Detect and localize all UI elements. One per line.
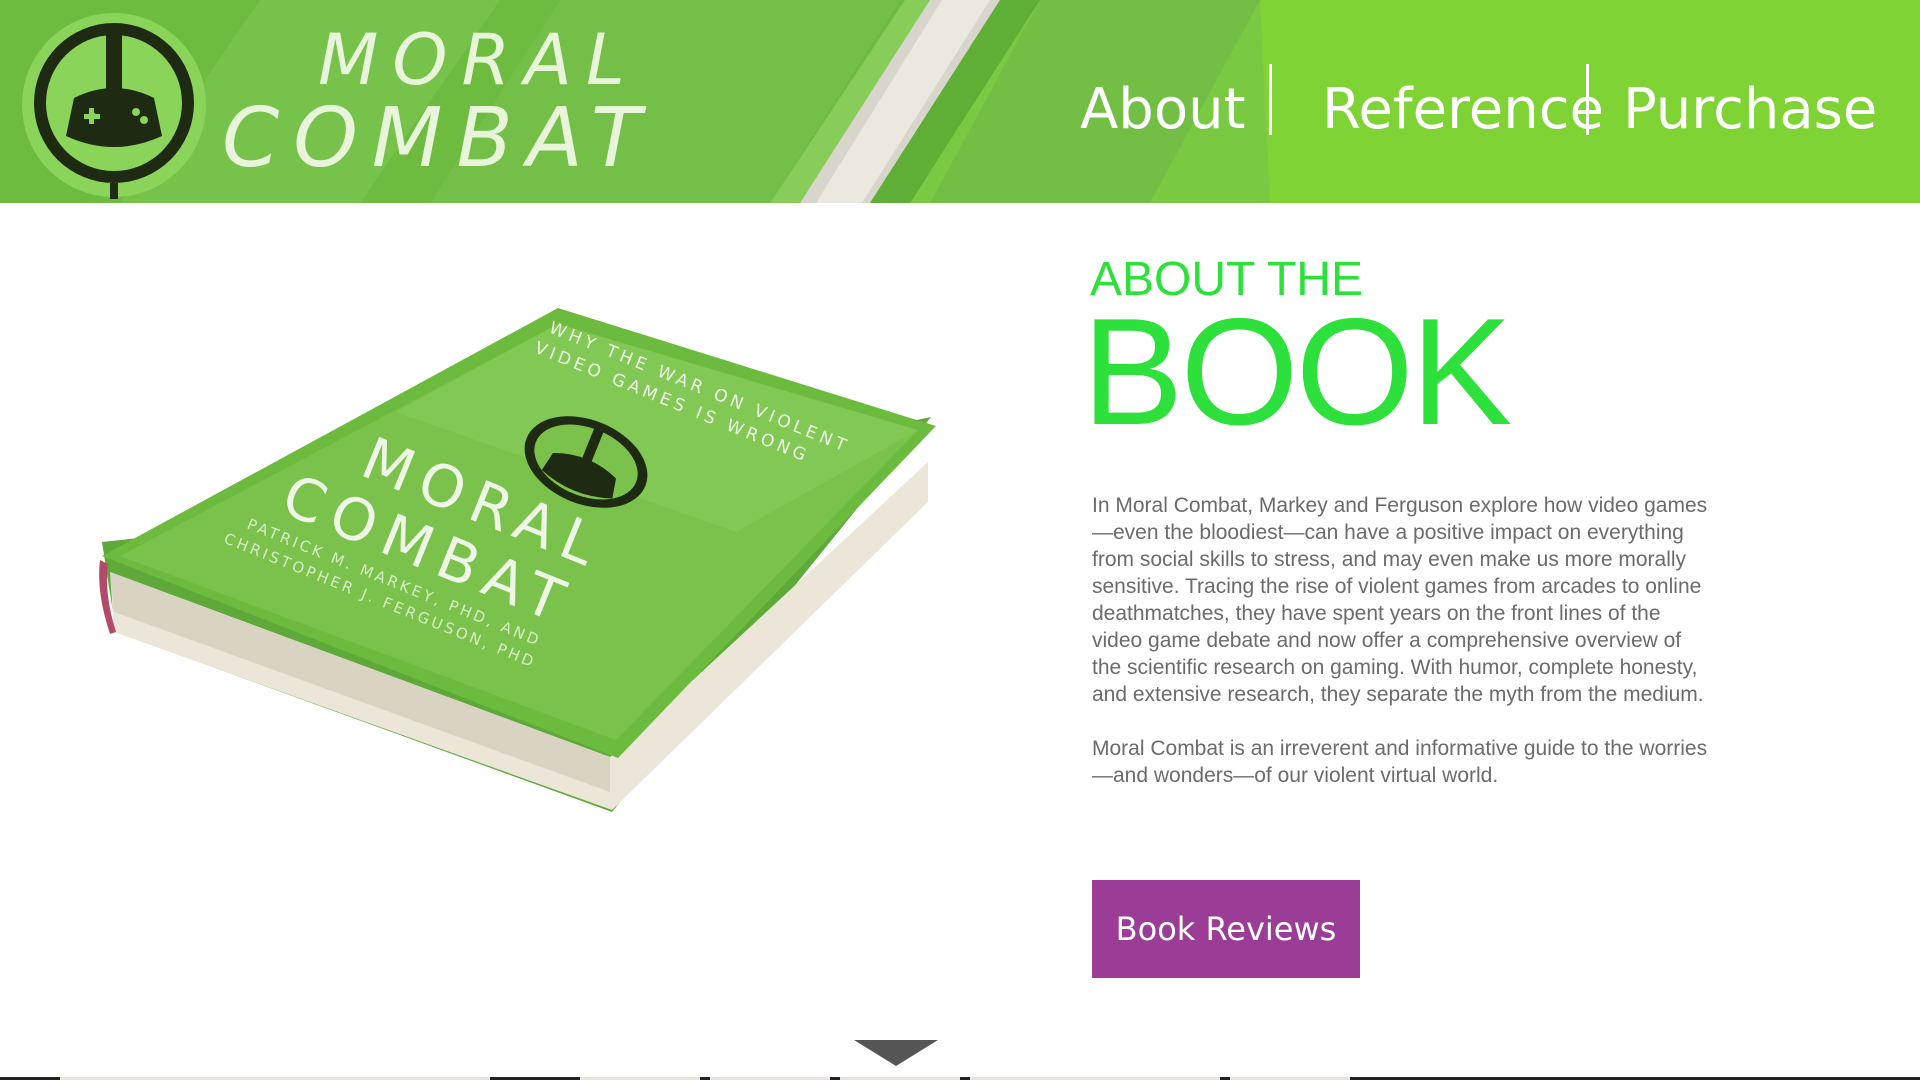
wordmark-line2: COMBAT (222, 91, 655, 184)
nav-reference[interactable]: Reference (1322, 78, 1604, 142)
book-cover-image: WHY THE WAR ON VIOLENT VIDEO GAMES IS WR… (99, 308, 936, 812)
nav-purchase[interactable]: Purchase (1623, 78, 1877, 142)
nav-separator (1269, 64, 1272, 135)
wordmark-line1: MORAL (318, 19, 639, 101)
description-paragraph: In Moral Combat, Markey and Ferguson exp… (1092, 494, 1708, 706)
nav-separator (1586, 64, 1589, 135)
peace-controller-icon[interactable] (14, 8, 214, 203)
description-paragraph: Moral Combat is an irreverent and inform… (1092, 737, 1708, 787)
site-wordmark[interactable]: MORAL COMBAT (218, 14, 798, 184)
nav-about[interactable]: About (1080, 78, 1246, 142)
book-description: In Moral Combat, Markey and Ferguson exp… (1092, 492, 1712, 816)
book-reviews-button[interactable]: Book Reviews (1092, 880, 1360, 978)
section-heading-big: BOOK (1082, 287, 1512, 457)
chevron-down-icon[interactable] (854, 1040, 938, 1070)
site-header: MORAL COMBAT About Reference Purchase (0, 0, 1920, 203)
